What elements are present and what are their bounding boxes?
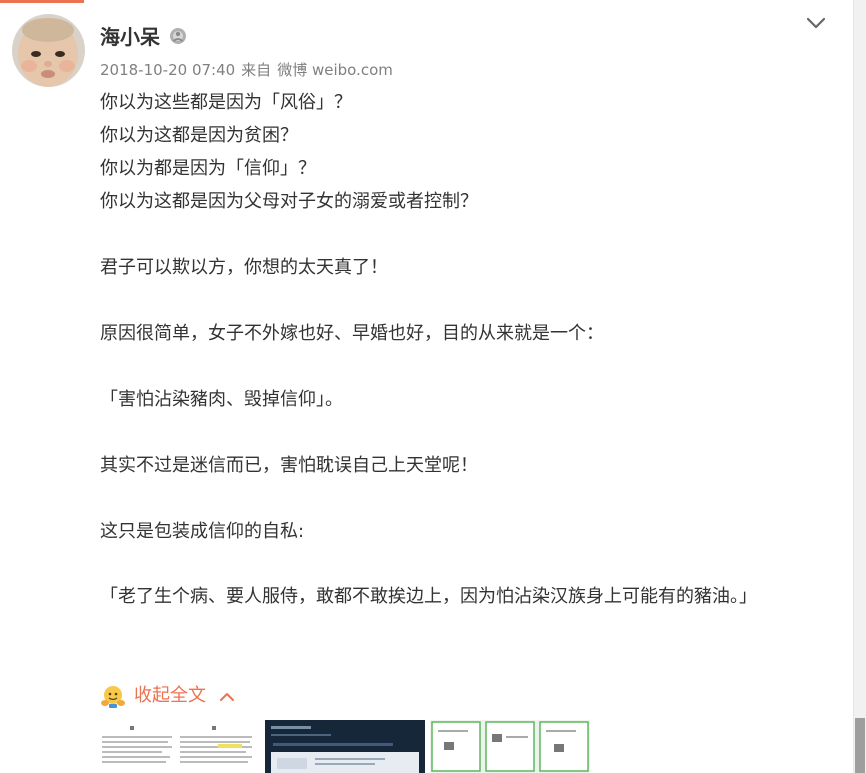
content-line: 你以为这些都是因为「风俗」？: [100, 92, 352, 113]
collapse-full-text-button[interactable]: 收起全文: [100, 680, 236, 712]
avatar[interactable]: [12, 14, 85, 87]
content-line: 其实不过是迷信而已，害怕耽误自己上天堂呢！: [100, 455, 478, 476]
post-from-label: 来自: [241, 61, 272, 79]
post-content: 你以为这些都是因为「风俗」？ 你以为这都是因为贫困？ 你以为都是因为「信仰」？ …: [100, 86, 820, 613]
post-source[interactable]: 微博 weibo.com: [277, 60, 393, 80]
smiley-emoji-icon: [101, 686, 125, 708]
image-thumbnail[interactable]: [265, 720, 425, 773]
image-thumbnail[interactable]: [100, 720, 260, 773]
content-blank-line: [100, 416, 820, 449]
collapse-label: 收起全文: [134, 685, 206, 706]
verified-badge-icon: [170, 28, 186, 44]
content-blank-line: [100, 218, 820, 251]
content-line: 「老了生个病、要人服侍，敢都不敢挨边上，因为怕沾染汉族身上可能有的豬油。」: [100, 586, 757, 607]
post-time[interactable]: 2018-10-20 07:40: [100, 60, 235, 80]
image-thumbnail[interactable]: [430, 720, 590, 773]
username[interactable]: 海小呆: [100, 24, 160, 50]
content-blank-line: [100, 482, 820, 515]
content-line: 你以为这都是因为贫困？: [100, 125, 298, 146]
content-line: 你以为这都是因为父母对子女的溺爱或者控制？: [100, 191, 478, 212]
content-line: 君子可以欺以方，你想的太天真了！: [100, 257, 388, 278]
scrollbar-thumb[interactable]: [855, 718, 865, 773]
content-line: 你以为都是因为「信仰」？: [100, 158, 316, 179]
content-blank-line: [100, 284, 820, 317]
chevron-up-icon: [220, 693, 234, 701]
content-line: 原因很简单，女子不外嫁也好、早婚也好，目的从来就是一个：: [100, 323, 604, 344]
content-blank-line: [100, 548, 820, 581]
content-line: 这只是包装成信仰的自私:: [100, 521, 305, 542]
post-meta: 2018-10-20 07:40 来自 微博 weibo.com: [100, 60, 393, 80]
content-blank-line: [100, 350, 820, 383]
chevron-down-icon[interactable]: [804, 14, 828, 32]
scrollbar-track[interactable]: [854, 0, 866, 773]
content-line: 「害怕沾染豬肉、毁掉信仰」。: [100, 389, 343, 410]
top-accent-bar: [0, 0, 84, 3]
